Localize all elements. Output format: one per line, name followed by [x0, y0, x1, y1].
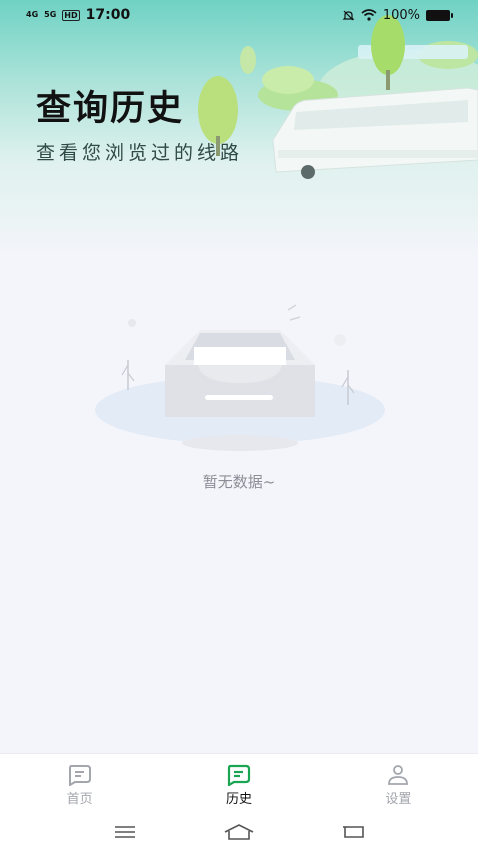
system-navigation-bar — [0, 813, 478, 850]
tab-settings-label: 设置 — [385, 792, 412, 807]
status-bar: 4G 5G HD 17:00 100% — [0, 0, 478, 30]
battery-percent: 100% — [382, 7, 420, 23]
signal-5g-icon: 5G — [44, 10, 57, 19]
tab-history[interactable]: 历史 — [159, 754, 318, 813]
signal-4g-icon: 4G — [26, 10, 39, 19]
status-time: 17:00 — [85, 7, 131, 23]
empty-state-message: 暂无数据~ — [202, 473, 276, 491]
home-nav-icon[interactable] — [223, 823, 255, 841]
page-title: 查询历史 — [36, 89, 185, 129]
mute-icon — [342, 10, 355, 20]
tab-history-label: 历史 — [225, 792, 252, 807]
user-icon — [388, 765, 409, 785]
home-icon — [68, 765, 91, 786]
tab-home[interactable]: 首页 — [0, 754, 159, 813]
bus-scene-illustration — [198, 15, 478, 179]
tab-settings[interactable]: 设置 — [319, 754, 478, 813]
bottom-tab-bar: 首页 历史 设置 — [0, 753, 478, 813]
menu-icon[interactable] — [113, 824, 137, 840]
wifi-icon — [361, 9, 377, 21]
empty-box-illustration — [95, 304, 385, 451]
history-icon — [227, 764, 251, 786]
battery-icon — [426, 9, 453, 21]
hd-icon: HD — [62, 9, 80, 21]
tab-home-label: 首页 — [66, 792, 93, 807]
back-icon[interactable] — [341, 823, 365, 841]
page-subtitle: 查看您浏览过的线路 — [36, 142, 244, 164]
